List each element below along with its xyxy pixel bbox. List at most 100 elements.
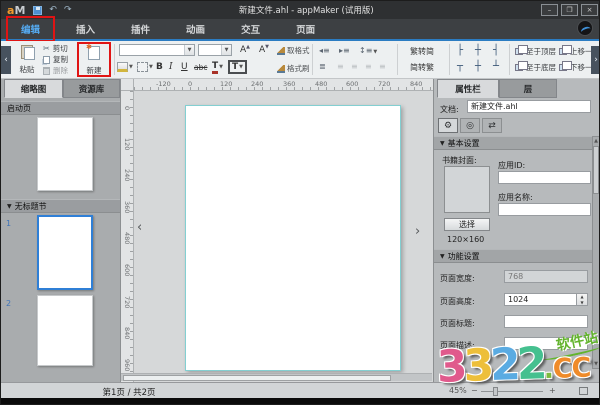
align-object-left-icon[interactable]: ├ xyxy=(457,46,463,56)
gear-settings-icon[interactable]: ⚙ xyxy=(438,118,458,133)
strikethrough-button[interactable]: abc xyxy=(194,60,207,74)
canvas-area: -120 0 120 240 360 480 600 720 840 0 120… xyxy=(121,79,433,382)
align-center-text-icon[interactable]: ≡ xyxy=(351,62,358,71)
collapse-triangle-icon[interactable]: ▼ xyxy=(7,203,12,210)
align-object-right-icon[interactable]: ┤ xyxy=(493,46,499,56)
stepper-down-icon[interactable]: ▼ xyxy=(580,300,583,306)
ribbon-scroll-left-button[interactable]: ‹ xyxy=(1,46,11,74)
page-2-thumbnail[interactable] xyxy=(37,295,93,366)
document-name-input[interactable] xyxy=(467,100,591,113)
fill-color-button[interactable]: ▼ xyxy=(117,60,133,74)
save-icon[interactable] xyxy=(33,6,42,15)
italic-button[interactable]: I xyxy=(169,60,173,74)
zoom-slider-thumb[interactable] xyxy=(493,387,498,396)
app-id-input[interactable] xyxy=(498,171,591,184)
function-settings-triangle-icon[interactable]: ▼ xyxy=(440,253,445,260)
zoom-in-button[interactable]: + xyxy=(549,386,556,395)
tab-properties[interactable]: 属性栏 xyxy=(437,79,499,98)
book-cover-label: 书籍封面: xyxy=(442,155,477,166)
page-title-input[interactable] xyxy=(504,315,588,328)
font-size-select[interactable]: ▼ xyxy=(198,44,232,56)
tab-resource-library[interactable]: 资源库 xyxy=(63,79,120,98)
page-height-input[interactable] xyxy=(504,293,577,306)
page-1-thumbnail[interactable] xyxy=(37,215,93,290)
align-object-hcenter-icon[interactable]: ┼ xyxy=(475,46,481,56)
scroll-down-icon[interactable]: ▼ xyxy=(593,361,599,367)
bold-button[interactable]: B xyxy=(156,60,163,74)
paste-button[interactable]: 粘贴 xyxy=(13,43,41,76)
align-right-text-icon[interactable]: ≡ xyxy=(365,62,372,71)
untitled-section-header[interactable]: ▼无标题节 xyxy=(1,199,120,213)
cut-icon: ✂ xyxy=(43,45,50,53)
simplified-to-traditional-button[interactable]: 简转繁 xyxy=(401,61,443,74)
format-painter-button[interactable]: 格式刷 xyxy=(277,63,310,74)
previous-page-chevron[interactable]: ‹ xyxy=(137,221,142,234)
horizontal-scrollbar-thumb[interactable] xyxy=(123,375,391,381)
bring-to-front-button[interactable]: 至于顶层 xyxy=(515,46,556,57)
maximize-button[interactable]: ❐ xyxy=(561,4,578,16)
justify-text-icon[interactable]: ≡ xyxy=(379,62,386,71)
next-page-chevron[interactable]: › xyxy=(415,225,420,238)
align-object-bottom-icon[interactable]: ┴ xyxy=(493,62,499,72)
cut-button[interactable]: ✂剪切 xyxy=(43,44,68,53)
redo-icon[interactable]: ↷ xyxy=(64,5,72,15)
swap-arrows-icon[interactable]: ⇄ xyxy=(482,118,502,133)
ribbon-scroll-right-button[interactable]: › xyxy=(591,46,600,74)
document-page[interactable] xyxy=(185,105,401,371)
horizontal-scrollbar[interactable] xyxy=(121,373,432,381)
grow-font-button[interactable]: A▲ xyxy=(240,44,250,55)
startup-page-section-header[interactable]: 启动页 xyxy=(1,101,120,115)
align-object-vcenter-icon[interactable]: ┼ xyxy=(475,62,481,72)
text-style-button[interactable]: T▼ xyxy=(228,60,247,74)
delete-button[interactable]: 删除 xyxy=(43,66,68,75)
book-cover-preview[interactable] xyxy=(444,166,490,213)
startup-page-thumbnail[interactable] xyxy=(37,117,93,191)
tab-animation[interactable]: 动画 xyxy=(174,19,217,39)
font-size-dropdown-icon[interactable]: ▼ xyxy=(221,45,231,55)
function-settings-header[interactable]: ▼功能设置 xyxy=(434,249,600,263)
zoom-slider-track[interactable] xyxy=(481,391,543,392)
underline-button[interactable]: U xyxy=(181,60,188,74)
about-logo-icon[interactable] xyxy=(577,20,593,36)
bullet-list-icon[interactable]: ≣ xyxy=(319,62,326,71)
basic-settings-header[interactable]: ▼基本设置 xyxy=(434,136,600,150)
page-height-stepper[interactable]: ▲▼ xyxy=(577,293,588,306)
tab-thumbnails[interactable]: 缩略图 xyxy=(4,79,63,98)
pick-format-button[interactable]: 取格式 xyxy=(277,45,310,56)
page-description-input[interactable] xyxy=(504,337,588,350)
tab-edit[interactable]: 编辑 xyxy=(9,19,52,39)
tab-plugin[interactable]: 插件 xyxy=(119,19,162,39)
minimize-button[interactable]: – xyxy=(541,4,558,16)
h-tick: -120 xyxy=(156,80,171,88)
close-button[interactable]: × xyxy=(581,4,598,16)
font-family-dropdown-icon[interactable]: ▼ xyxy=(184,45,194,55)
align-left-text-icon[interactable]: ≡ xyxy=(337,62,344,71)
undo-icon[interactable]: ↶ xyxy=(49,5,57,15)
send-to-back-button[interactable]: 至于底层 xyxy=(515,62,556,73)
font-color-button[interactable]: T▼ xyxy=(212,60,223,74)
decrease-indent-icon[interactable]: ◂≡ xyxy=(319,46,330,55)
tab-page[interactable]: 页面 xyxy=(284,19,327,39)
fit-page-icon[interactable] xyxy=(579,387,588,395)
scroll-up-icon[interactable]: ▲ xyxy=(593,138,599,144)
app-name-input[interactable] xyxy=(498,203,591,216)
line-spacing-icon[interactable]: ↕≡▼ xyxy=(359,46,377,55)
properties-scrollbar[interactable]: ▲ ▼ xyxy=(592,136,600,369)
basic-settings-triangle-icon[interactable]: ▼ xyxy=(440,140,445,147)
v-tick: 0 xyxy=(123,106,131,110)
new-button[interactable]: 新建 xyxy=(80,44,108,77)
align-object-top-icon[interactable]: ┬ xyxy=(457,62,463,72)
traditional-to-simplified-button[interactable]: 繁转简 xyxy=(401,45,443,58)
shrink-font-button[interactable]: A▼ xyxy=(259,44,269,55)
tab-interaction[interactable]: 交互 xyxy=(229,19,272,39)
font-family-select[interactable]: ▼ xyxy=(119,44,195,56)
wheel-icon[interactable]: ◎ xyxy=(460,118,480,133)
border-style-button[interactable]: ▼ xyxy=(137,60,153,74)
tab-insert[interactable]: 插入 xyxy=(64,19,107,39)
tab-layers[interactable]: 层 xyxy=(499,79,557,98)
select-cover-button[interactable]: 选择 xyxy=(444,218,490,231)
copy-button[interactable]: 复制 xyxy=(43,55,68,64)
zoom-out-button[interactable]: − xyxy=(471,386,478,395)
increase-indent-icon[interactable]: ▸≡ xyxy=(339,46,350,55)
properties-scrollbar-thumb[interactable] xyxy=(593,146,599,194)
